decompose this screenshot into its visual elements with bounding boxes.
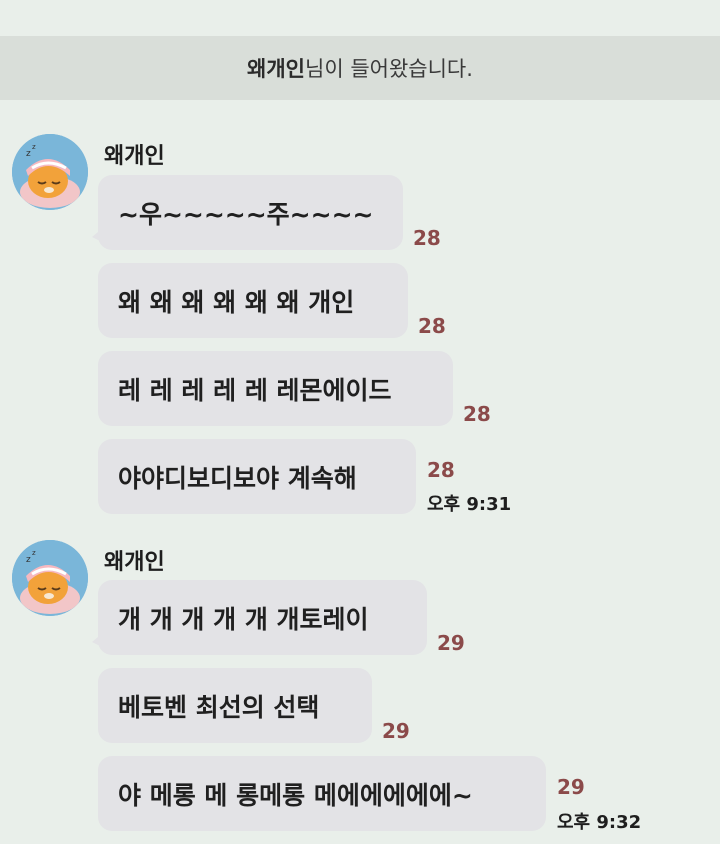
message-text: ~우~~~~~주~~~~ [118, 199, 374, 229]
message-text: 개 개 개 개 개 개토레이 [118, 604, 369, 634]
message-text: 레 레 레 레 레 레몬에이드 [118, 375, 392, 405]
unread-count: 29 [437, 631, 465, 655]
unread-count: 28 [413, 226, 441, 250]
svg-text:z: z [26, 149, 31, 159]
message-text: 왜 왜 왜 왜 왜 왜 개인 [118, 287, 355, 317]
svg-text:z: z [26, 555, 31, 565]
sleeping-lion-avatar-icon[interactable]: z z [12, 134, 88, 210]
svg-text:z: z [32, 143, 36, 151]
sender-name: 왜개인 [104, 550, 165, 575]
message-bubble[interactable]: 야 메롱 메 롱메롱 메에에에에에~ [98, 756, 546, 831]
unread-count: 28 [463, 402, 491, 426]
message-text: 야 메롱 메 롱메롱 메에에에에에~ [118, 780, 473, 810]
message-text: 베토벤 최선의 선택 [118, 692, 320, 722]
message-bubble[interactable]: 베토벤 최선의 선택 [98, 668, 372, 743]
svg-text:z: z [32, 549, 36, 557]
system-notice-text: 님이 들어왔습니다. [305, 57, 473, 81]
system-notice-banner: 왜개인 님이 들어왔습니다. [0, 36, 720, 100]
message-timestamp: 오후 9:31 [427, 494, 512, 515]
message-bubble[interactable]: 레 레 레 레 레 레몬에이드 [98, 351, 453, 426]
message-bubble[interactable]: ~우~~~~~주~~~~ [92, 175, 403, 250]
unread-count: 29 [557, 775, 585, 799]
message-bubble[interactable]: 야야디보디보야 계속해 [98, 439, 416, 514]
sender-name: 왜개인 [104, 144, 165, 169]
unread-count: 29 [382, 719, 410, 743]
message-timestamp: 오후 9:32 [557, 812, 642, 833]
message-text: 야야디보디보야 계속해 [118, 463, 357, 493]
message-bubble[interactable]: 왜 왜 왜 왜 왜 왜 개인 [98, 263, 408, 338]
sleeping-lion-avatar-icon[interactable]: z z [12, 540, 88, 616]
message-bubble[interactable]: 개 개 개 개 개 개토레이 [92, 580, 427, 655]
unread-count: 28 [418, 314, 446, 338]
system-notice-name: 왜개인 [247, 57, 306, 81]
unread-count: 28 [427, 458, 455, 482]
